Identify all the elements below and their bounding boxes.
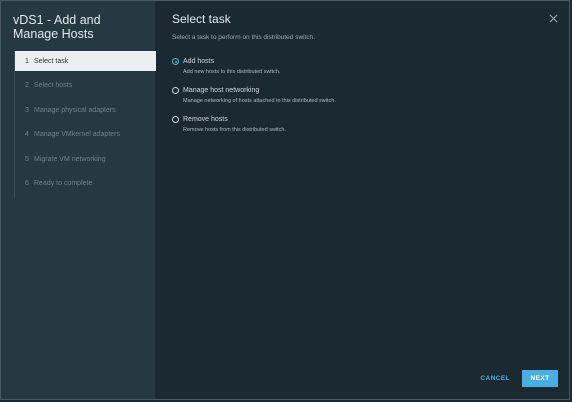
option-remove-hosts: Remove hosts Remove hosts from this dist…	[172, 116, 569, 133]
wizard-title: vDS1 - Add and Manage Hosts	[13, 13, 101, 41]
step-number: 6	[25, 180, 29, 187]
step-migrate-vm-networking[interactable]: 5 Migrate VM networking	[15, 149, 156, 169]
wizard-footer: CANCEL NEXT	[479, 370, 558, 387]
option-description: Manage networking of hosts attached to t…	[183, 98, 336, 104]
step-label: Migrate VM networking	[34, 155, 106, 163]
radio-remove-hosts[interactable]	[172, 116, 179, 123]
wizard-sidebar: vDS1 - Add and Manage Hosts 1 Select tas…	[1, 1, 156, 399]
option-description: Add new hosts to this distributed switch…	[183, 69, 281, 75]
wizard-steps: 1 Select task 2 Select hosts 3 Manage ph…	[14, 51, 156, 198]
option-label: Manage host networking	[183, 87, 260, 94]
close-icon[interactable]	[549, 14, 558, 23]
option-manage-host-networking: Manage host networking Manage networking…	[172, 87, 569, 104]
next-button[interactable]: NEXT	[522, 370, 558, 387]
step-select-hosts[interactable]: 2 Select hosts	[15, 76, 156, 96]
step-label: Select task	[34, 57, 69, 65]
page-title: Select task	[172, 12, 231, 26]
page-subtitle: Select a task to perform on this distrib…	[172, 34, 316, 41]
step-number: 4	[25, 131, 29, 138]
add-manage-hosts-dialog: vDS1 - Add and Manage Hosts 1 Select tas…	[0, 0, 570, 400]
option-row[interactable]: Remove hosts	[172, 116, 569, 123]
step-label: Manage VMkernel adapters	[34, 131, 120, 138]
option-add-hosts: Add hosts Add new hosts to this distribu…	[172, 58, 569, 75]
option-row[interactable]: Manage host networking	[172, 87, 569, 94]
step-manage-vmkernel-adapters[interactable]: 4 Manage VMkernel adapters	[15, 125, 156, 145]
step-manage-physical-adapters[interactable]: 3 Manage physical adapters	[15, 100, 156, 120]
cancel-button[interactable]: CANCEL	[479, 371, 512, 386]
wizard-content: Select task Select a task to perform on …	[155, 1, 569, 399]
step-label: Select hosts	[34, 82, 73, 89]
step-number: 2	[25, 82, 29, 89]
option-label: Add hosts	[183, 58, 215, 65]
option-description: Remove hosts from this distributed switc…	[183, 127, 287, 133]
step-number: 5	[25, 155, 29, 163]
step-number: 1	[25, 57, 29, 65]
option-label: Remove hosts	[183, 116, 228, 123]
step-number: 3	[25, 106, 29, 114]
step-ready-to-complete[interactable]: 6 Ready to complete	[15, 174, 156, 194]
task-options: Add hosts Add new hosts to this distribu…	[172, 58, 569, 133]
step-label: Manage physical adapters	[34, 106, 116, 114]
step-select-task[interactable]: 1 Select task	[15, 51, 156, 71]
radio-manage-host-networking[interactable]	[172, 87, 179, 94]
option-row[interactable]: Add hosts	[172, 58, 569, 65]
radio-add-hosts[interactable]	[172, 58, 179, 65]
step-label: Ready to complete	[34, 180, 93, 187]
